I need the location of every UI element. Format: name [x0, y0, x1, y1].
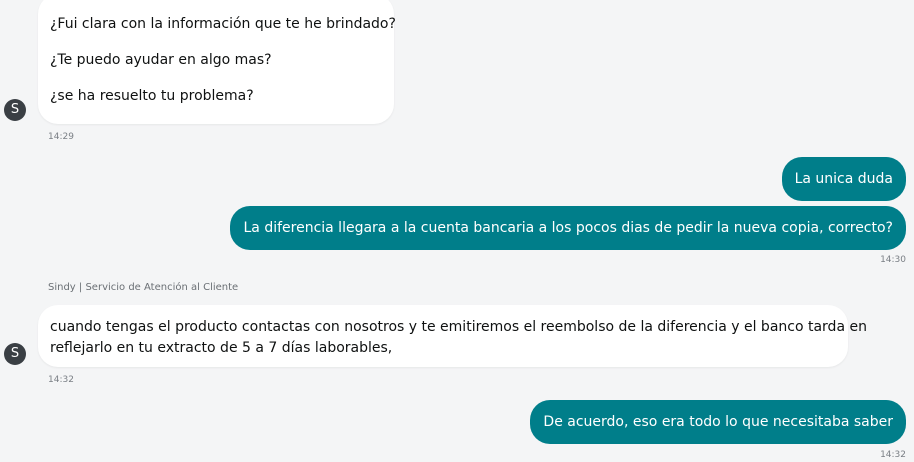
- message-timestamp: 14:32: [880, 450, 906, 460]
- message-line: cuando tengas el producto contactas con …: [50, 319, 867, 335]
- message-line: reflejarlo en tu extracto de 5 a 7 días …: [50, 340, 393, 356]
- message-timestamp: 14:29: [48, 132, 74, 142]
- user-message-bubble: De acuerdo, eso era todo lo que necesita…: [530, 400, 906, 444]
- agent-avatar: S: [4, 99, 26, 121]
- agent-avatar: S: [4, 343, 26, 365]
- agent-name-label: Sindy | Servicio de Atención al Cliente: [48, 282, 239, 293]
- message-timestamp: 14:30: [880, 255, 906, 265]
- message-line: ¿se ha resuelto tu problema?: [50, 88, 254, 104]
- user-message-bubble: La unica duda: [781, 157, 906, 201]
- user-message-bubble: La diferencia llegara a la cuenta bancar…: [230, 206, 906, 250]
- message-line: ¿Fui clara con la información que te he …: [50, 16, 396, 32]
- chat-transcript: ¿Fui clara con la información que te he …: [0, 0, 914, 462]
- agent-message-bubble: ¿Fui clara con la información que te he …: [38, 0, 396, 124]
- agent-message-bubble: cuando tengas el producto contactas con …: [38, 305, 867, 367]
- message-line: ¿Te puedo ayudar en algo mas?: [50, 52, 272, 68]
- message-timestamp: 14:32: [48, 375, 74, 385]
